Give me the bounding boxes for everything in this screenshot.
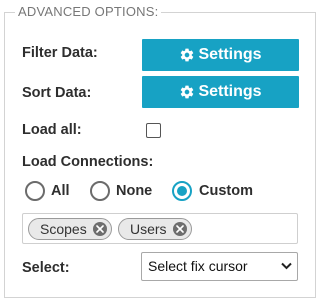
radio-none-label[interactable]: None <box>116 182 152 200</box>
sort-settings-button[interactable]: Settings <box>142 76 299 108</box>
cursor-select[interactable]: Select fix cursor <box>141 252 298 281</box>
tag-scopes: Scopes <box>28 218 112 240</box>
filter-settings-label: Settings <box>198 46 262 63</box>
chevron-down-icon <box>281 262 292 270</box>
advanced-options-legend: ADVANCED OPTIONS: <box>15 4 162 20</box>
connections-tag-input[interactable]: Scopes Users <box>22 213 298 244</box>
load-all-checkbox[interactable] <box>146 123 161 138</box>
close-icon <box>175 225 184 233</box>
sort-data-label: Sort Data: <box>22 85 92 101</box>
close-icon <box>95 225 104 233</box>
filter-settings-button[interactable]: Settings <box>142 39 299 71</box>
radio-custom-label[interactable]: Custom <box>199 182 253 200</box>
tag-users: Users <box>118 218 192 240</box>
tag-scopes-label: Scopes <box>40 221 87 237</box>
load-connections-label: Load Connections: <box>22 154 154 170</box>
cursor-select-value: Select fix cursor <box>148 258 248 274</box>
radio-none[interactable] <box>90 181 110 201</box>
remove-tag-users-icon[interactable] <box>172 222 187 236</box>
sort-settings-label: Settings <box>198 83 262 100</box>
remove-tag-scopes-icon[interactable] <box>92 222 107 236</box>
gear-icon <box>181 48 194 62</box>
radio-custom[interactable] <box>172 181 192 201</box>
radio-all[interactable] <box>25 181 45 201</box>
radio-all-label[interactable]: All <box>51 182 70 200</box>
filter-data-label: Filter Data: <box>22 45 98 61</box>
gear-icon <box>181 85 194 99</box>
select-label: Select: <box>22 260 70 276</box>
tag-users-label: Users <box>130 221 167 237</box>
load-all-label: Load all: <box>22 122 82 138</box>
